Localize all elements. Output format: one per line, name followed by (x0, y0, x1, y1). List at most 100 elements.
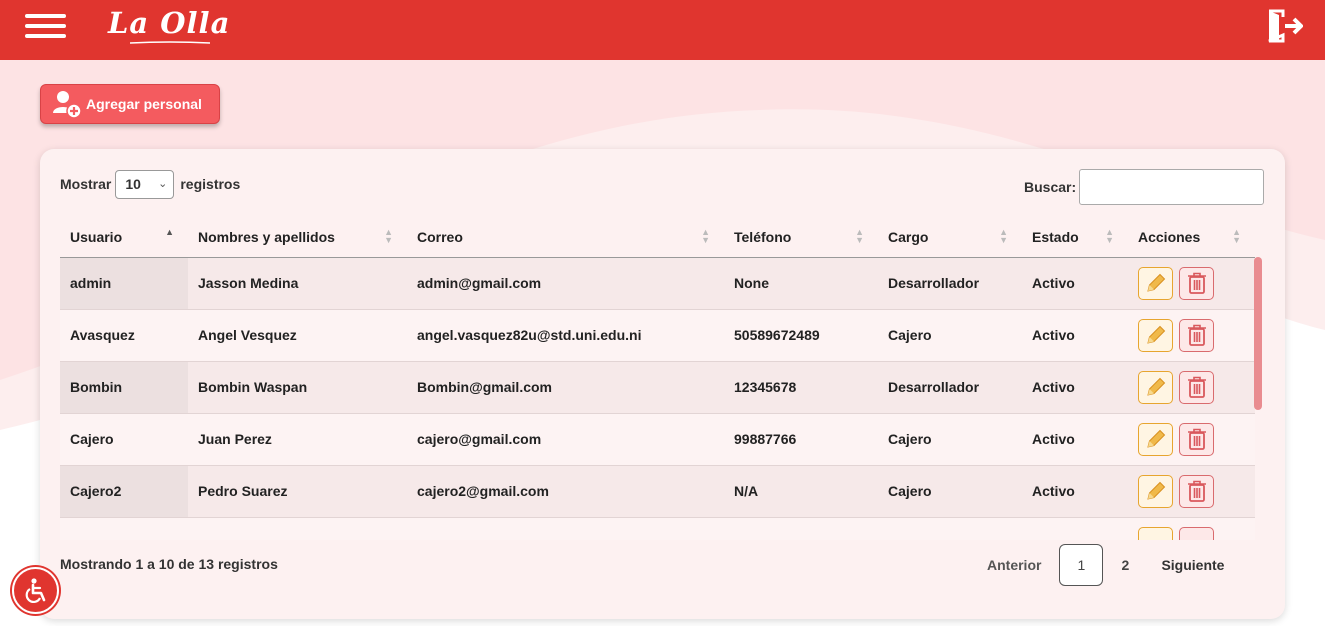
table-scrollbar[interactable] (1254, 257, 1262, 410)
next-page-button[interactable]: Siguiente (1161, 557, 1224, 573)
delete-button[interactable] (1179, 526, 1214, 540)
column-header-cargo[interactable]: Cargo ▲ ▼ (878, 217, 1022, 258)
table-row: Cajero2 Pedro Suarez cajero2@gmail.com N/A C… (60, 465, 1255, 518)
pencil-icon (1143, 374, 1169, 400)
cell-nombre: Bombin Waspan (188, 361, 407, 414)
sort-asc-icon: ▲ (165, 227, 174, 237)
records-label: registros (180, 176, 241, 192)
add-personal-label: Agregar personal (86, 96, 202, 112)
page-1-button[interactable]: 1 (1059, 544, 1104, 586)
delete-button[interactable] (1179, 266, 1214, 300)
records-info: Mostrando 1 a 10 de 13 registros (60, 556, 278, 572)
page-size-value: 10 (125, 175, 141, 192)
cell-estado: Activo (1022, 257, 1128, 310)
cell-estado: Activo (1022, 465, 1128, 518)
cell-telefono: 12345678 (724, 361, 878, 414)
cell-cargo: Desarrollador (878, 361, 1022, 414)
show-label: Mostrar (60, 176, 112, 192)
cell-telefono: N/A (724, 465, 878, 518)
cell-telefono: 50589672489 (724, 309, 878, 362)
column-header-estado[interactable]: Estado ▲ ▼ (1022, 217, 1128, 258)
previous-page-button[interactable]: Anterior (987, 557, 1041, 573)
sort-icon: ▲ ▼ (855, 227, 864, 245)
search-input[interactable] (1079, 169, 1265, 205)
table-body: admin Jasson Medina admin@gmail.com None Des… (60, 257, 1255, 540)
cell-nombre: Jasson Medina (188, 257, 407, 310)
chevron-down-icon: ⌄ (158, 177, 168, 190)
page-size-select[interactable]: 10 ⌄ (115, 169, 175, 199)
page-length-control: Mostrar 10 ⌄ registros (60, 169, 240, 199)
pencil-icon (1143, 478, 1169, 504)
cell-estado: Activo (1022, 361, 1128, 414)
cell-acciones (1128, 361, 1255, 414)
edit-button[interactable] (1138, 422, 1173, 456)
cell-acciones (1128, 257, 1255, 310)
edit-button[interactable] (1138, 318, 1173, 352)
personal-table: Usuario ▲ Nombres y apellidos ▲ ▼ Correo ▲ ▼ … (60, 217, 1255, 540)
column-header-usuario[interactable]: Usuario ▲ (60, 217, 188, 258)
cell-estado: Activo (1022, 309, 1128, 362)
table-header-row: Usuario ▲ Nombres y apellidos ▲ ▼ Correo ▲ ▼ … (60, 217, 1255, 258)
cell-cargo: Cajero (878, 413, 1022, 466)
cell-usuario: Cajero2 (60, 465, 188, 518)
top-bar: La Olla (0, 0, 1325, 60)
cell-cargo: Desarrollador (878, 257, 1022, 310)
column-header-telefono[interactable]: Teléfono ▲ ▼ (724, 217, 878, 258)
column-header-acciones[interactable]: Acciones ▲ ▼ (1128, 217, 1255, 258)
cell-estado: Activo (1022, 413, 1128, 466)
table-row: Avasquez Angel Vesquez angel.vasquez82u@st… (60, 309, 1255, 362)
page-2-button[interactable]: 2 (1103, 544, 1147, 586)
trash-icon (1186, 427, 1208, 451)
table-row: admin Jasson Medina admin@gmail.com None Des… (60, 257, 1255, 310)
pencil-icon (1143, 322, 1169, 348)
pencil-icon (1143, 270, 1169, 296)
sort-icon: ▲ ▼ (384, 227, 393, 245)
cell-usuario: Cajero (60, 413, 188, 466)
table-scroll-area[interactable]: Usuario ▲ Nombres y apellidos ▲ ▼ Correo ▲ ▼ … (60, 217, 1265, 540)
accessibility-button[interactable] (12, 567, 59, 614)
edit-button[interactable] (1138, 266, 1173, 300)
column-header-nombres[interactable]: Nombres y apellidos ▲ ▼ (188, 217, 407, 258)
pencil-icon (1143, 426, 1169, 452)
delete-button[interactable] (1179, 474, 1214, 508)
logo-underline (130, 41, 210, 44)
search-control: Buscar: (1024, 169, 1265, 205)
delete-button[interactable] (1179, 422, 1214, 456)
trash-icon (1186, 479, 1208, 503)
table-row: Cajero Juan Perez cajero@gmail.com 99887766… (60, 413, 1255, 466)
cell-acciones (1128, 309, 1255, 362)
sort-icon: ▲ ▼ (1105, 227, 1114, 245)
logout-icon[interactable] (1267, 9, 1303, 43)
search-label: Buscar: (1024, 179, 1077, 195)
sort-icon: ▲ ▼ (1232, 227, 1241, 245)
delete-button[interactable] (1179, 318, 1214, 352)
logo: La Olla (108, 6, 231, 40)
sort-icon: ▲ ▼ (999, 227, 1008, 245)
table-row: Bombin Bombin Waspan Bombin@gmail.com 12345… (60, 361, 1255, 414)
trash-icon (1186, 271, 1208, 295)
add-user-icon (53, 91, 82, 119)
cell-correo: angel.vasquez82u@std.uni.edu.ni (407, 309, 724, 362)
cell-telefono: 99887766 (724, 413, 878, 466)
hamburger-menu-icon[interactable] (25, 14, 66, 38)
trash-icon (1186, 375, 1208, 399)
edit-button[interactable] (1138, 474, 1173, 508)
cell-cargo: Cajero (878, 465, 1022, 518)
cell-cargo: Cajero (878, 309, 1022, 362)
cell-nombre: Pedro Suarez (188, 465, 407, 518)
edit-button[interactable] (1138, 370, 1173, 404)
cell-nombre: Juan Perez (188, 413, 407, 466)
personal-table-card: Mostrar 10 ⌄ registros Buscar: Usuario ▲ … (40, 149, 1285, 619)
delete-button[interactable] (1179, 370, 1214, 404)
cell-usuario: admin (60, 257, 188, 310)
cell-correo: Bombin@gmail.com (407, 361, 724, 414)
pagination: Anterior 1 2 Siguiente (987, 544, 1224, 586)
cell-correo: admin@gmail.com (407, 257, 724, 310)
cell-telefono: None (724, 257, 878, 310)
add-personal-button[interactable]: Agregar personal (40, 84, 220, 124)
cell-usuario: Avasquez (60, 309, 188, 362)
column-header-correo[interactable]: Correo ▲ ▼ (407, 217, 724, 258)
cell-nombre: Angel Vesquez (188, 309, 407, 362)
edit-button[interactable] (1138, 526, 1173, 540)
sort-icon: ▲ ▼ (701, 227, 710, 245)
